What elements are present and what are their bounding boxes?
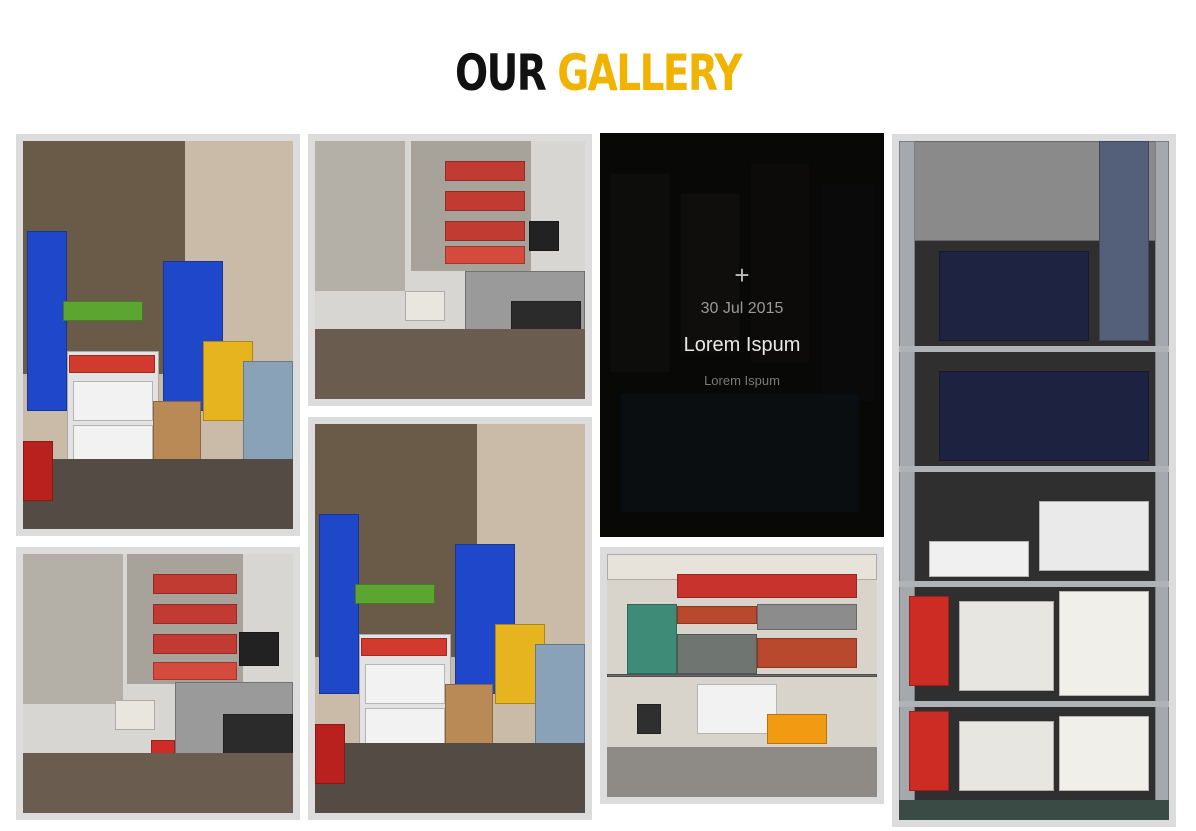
- item-title[interactable]: Lorem Ispum: [684, 334, 801, 357]
- title-word-gallery: GALLERY: [557, 44, 742, 102]
- section-title: OUR GALLERY: [132, 40, 1065, 106]
- gallery-item-4[interactable]: [892, 134, 1176, 827]
- hover-overlay: + 30 Jul 2015 Lorem Ispum Lorem Ispum: [600, 133, 884, 537]
- item-subtitle: Lorem Ispum: [704, 373, 780, 388]
- plus-icon[interactable]: +: [734, 262, 749, 288]
- gallery-item-5[interactable]: [16, 547, 300, 820]
- gallery-photo: [23, 554, 293, 813]
- gallery-photo: [899, 141, 1169, 820]
- gallery-photo: [315, 141, 585, 399]
- gallery-item-6[interactable]: [308, 417, 592, 820]
- item-date: 30 Jul 2015: [700, 300, 784, 317]
- gallery-photo: + 30 Jul 2015 Lorem Ispum Lorem Ispum: [600, 133, 884, 537]
- title-word-our: OUR: [455, 44, 547, 102]
- gallery-item-7[interactable]: [600, 547, 884, 804]
- gallery-item-3[interactable]: + 30 Jul 2015 Lorem Ispum Lorem Ispum: [600, 133, 884, 537]
- gallery-item-1[interactable]: [16, 134, 300, 536]
- gallery-photo: [315, 424, 585, 813]
- gallery-photo: [607, 554, 877, 797]
- gallery-item-2[interactable]: [308, 134, 592, 406]
- gallery-photo: [23, 141, 293, 529]
